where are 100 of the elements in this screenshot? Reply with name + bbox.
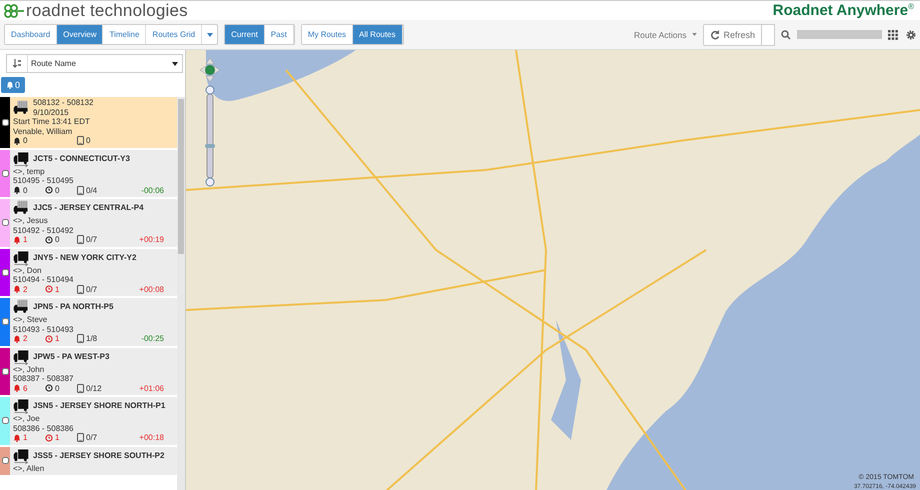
sort-select[interactable]: Route Name [6,54,183,73]
route-checkbox[interactable] [2,368,8,375]
view-tab[interactable]: Current [225,25,265,44]
caret-icon [172,62,178,66]
search-field[interactable] [797,30,882,39]
bell-icon [13,236,21,244]
time-variance: +00:08 [139,284,165,294]
route-info: <>, Joe [13,414,41,424]
grid-icon[interactable] [888,30,898,40]
device-icon [77,235,84,244]
device-icon [77,433,84,442]
alert-count: 0 [13,136,45,146]
route-name: JCT5 - CONNECTICUT-Y3 [33,154,130,164]
route-info: <>, Don [13,266,42,275]
route-checkbox[interactable] [2,219,8,226]
bell-icon [13,434,21,442]
view-tab[interactable]: All Routes [353,25,403,44]
truck-icon [13,448,29,464]
route-info: <>, John [13,364,46,374]
route-checkbox[interactable] [2,417,8,424]
caret-icon[interactable] [206,32,213,36]
pan-control[interactable] [200,58,220,82]
alert-count: 2 [13,334,45,344]
time-variance: +00:18 [139,433,165,442]
timer-count: 1 [45,284,77,294]
route-card[interactable]: JNY5 - NEW YORK CITY-Y2 <>, Don 510494 - 510494 2 1 0/7 +00:08 [0,248,177,296]
clock-icon [45,285,53,294]
route-card[interactable]: JSN5 - JERSEY SHORE NORTH-P1 <>, Joe 508386 - 508386 1 1 0/7 +00:18 [0,397,177,444]
route-card[interactable]: JPW5 - PA WEST-P3 <>, John 508387 - 508387 6 0 0/12 +01:06 [0,348,177,395]
truck-grid-icon [13,200,29,216]
stop-count: 0/4 [77,186,109,195]
route-card[interactable]: JSS5 - JERSEY SHORE SOUTH-P2 <>, Allen [0,446,177,475]
route-card[interactable]: JJC5 - JERSEY CENTRAL-P4 <>, Jesus 510492 - 510492 1 0 0/7 +00:19 [0,199,177,246]
device-icon [77,186,84,195]
truck-icon [13,250,29,266]
route-info: 508387 - 508387 [13,374,74,384]
alert-count: 2 [13,284,45,294]
route-checkbox[interactable] [2,457,8,464]
clock-icon [45,434,53,442]
route-info: 508386 - 508386 [13,424,74,433]
alert-count: 1 [13,433,45,442]
alert-count: 0 [13,186,45,195]
route-info: <>, temp [13,166,46,176]
timer-count: 0 [45,186,77,195]
stop-count: 1/8 [77,334,109,344]
route-checkbox[interactable] [2,268,8,276]
truck-icon [13,398,29,414]
scrollbar-thumb[interactable] [178,99,184,254]
zoom-in-button[interactable] [206,86,214,94]
view-tab[interactable]: My Routes [302,25,354,44]
bell-icon [13,136,21,145]
route-info: <>, Allen [13,464,46,473]
alert-count: 1 [13,235,45,244]
route-info: <>, Steve [13,315,48,324]
route-info: 510492 - 510492 [13,226,74,235]
route-name: JPW5 - PA WEST-P3 [33,352,110,362]
route-name: JJC5 - JERSEY CENTRAL-P4 [33,203,144,213]
view-tab[interactable]: Dashboard [5,25,58,44]
route-info: <>, Jesus [13,216,49,226]
route-checkbox[interactable] [2,170,8,177]
refresh-icon [710,30,720,40]
time-variance: -00:25 [141,334,165,344]
view-tab[interactable]: Overview [57,25,104,44]
route-actions-menu[interactable]: Route Actions [634,30,686,40]
zoom-out-button[interactable] [206,178,214,186]
zoom-slider[interactable] [205,94,215,178]
logo-icon [2,2,24,18]
route-name: JSS5 - JERSEY SHORE SOUTH-P2 [33,450,164,460]
route-info: 510495 - 510495 [13,176,74,186]
route-card[interactable]: JCT5 - CONNECTICUT-Y3 <>, temp 510495 - 510495 0 0 0/4 -00:06 [0,150,177,197]
stop-count: 0/7 [77,433,109,442]
settings-icon[interactable] [906,30,916,40]
bell-icon [13,186,21,194]
truck-icon [13,348,29,364]
timer-count: 0 [45,384,77,393]
time-variance: -00:06 [141,186,165,195]
route-checkbox[interactable] [2,318,8,326]
time-variance: +00:19 [139,235,165,244]
route-card[interactable]: 508132 - 508132 9/10/2015 Start Time 13:41 EDT Venable, William 0 0 [0,97,177,148]
bell-icon [6,81,14,89]
route-checkbox[interactable] [2,118,8,126]
clock-icon [45,384,53,392]
alerts-button[interactable]: 0 [1,77,25,93]
route-name: JSN5 - JERSEY SHORE NORTH-P1 [33,401,166,411]
stop-count: 0/12 [77,384,109,393]
bell-icon [13,285,21,294]
sort-icon [12,59,22,68]
search-icon [781,30,791,40]
route-info: Start Time 13:41 EDT [13,117,91,126]
zoom-slider-thumb[interactable] [205,144,215,148]
device-icon [77,136,84,146]
stop-count: 0/7 [77,235,109,244]
timer-count: 1 [45,433,77,442]
caret-icon[interactable] [692,33,698,36]
truck-grid-icon [13,299,29,315]
timer-count: 1 [45,334,77,344]
route-info: 510494 - 510494 [13,275,74,284]
truck-icon [13,150,29,166]
refresh-button[interactable]: Refresh [703,24,762,46]
route-card[interactable]: JPN5 - PA NORTH-P5 <>, Steve 510493 - 510493 2 1 1/8 -00:25 [0,298,177,346]
